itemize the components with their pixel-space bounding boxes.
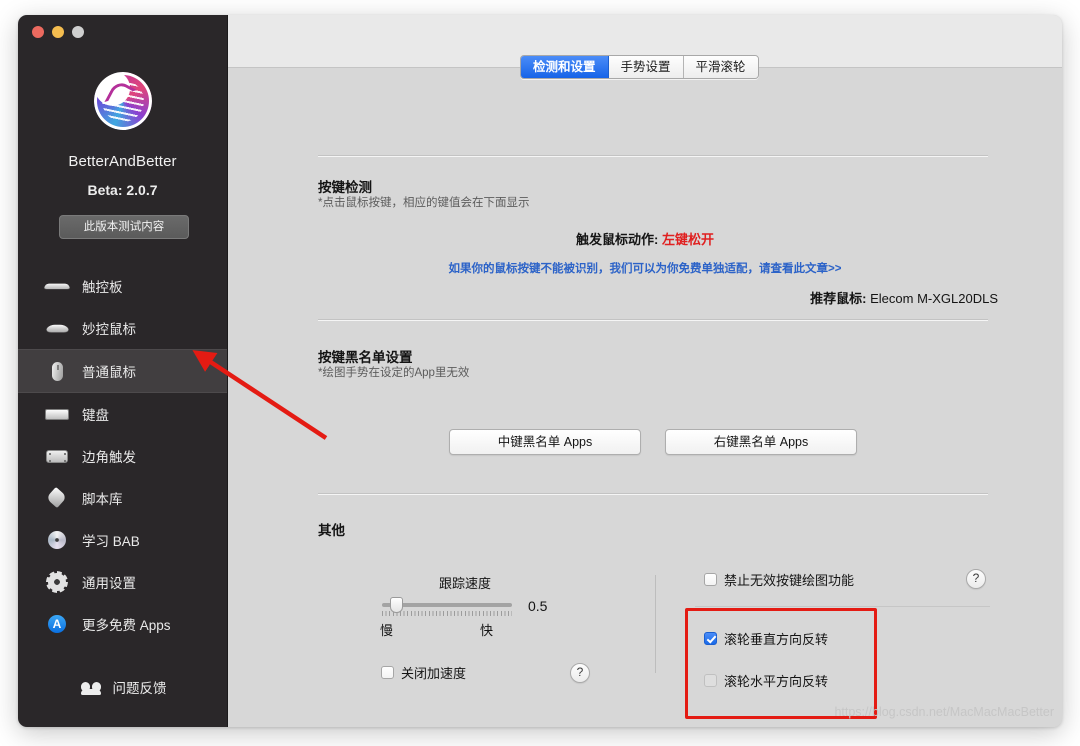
recommended-mouse-label: 推荐鼠标: <box>810 291 867 306</box>
blacklist-title: 按键黑名单设置 <box>318 350 413 365</box>
recommended-mouse-row: 推荐鼠标: Elecom M-XGL20DLS <box>810 288 998 307</box>
sidebar-item-more-free-apps[interactable]: A 更多免费 Apps <box>18 603 227 645</box>
section-divider-blacklist <box>318 319 988 320</box>
blacklist-subtitle: *绘图手势在设定的App里无效 <box>318 367 470 379</box>
sidebar-item-label: 普通鼠标 <box>82 365 136 380</box>
tracking-speed-label: 跟踪速度 <box>438 576 491 591</box>
disable-acceleration-row[interactable]: 关闭加速度 <box>381 663 466 682</box>
sidebar-item-label: 键盘 <box>82 408 109 423</box>
sidebar-item-general-settings[interactable]: 通用设置 <box>18 561 227 603</box>
disable-acceleration-checkbox[interactable] <box>381 666 394 679</box>
sidebar-item-label: 边角触发 <box>82 450 136 465</box>
traffic-lights <box>32 26 84 38</box>
disable-acceleration-label: 关闭加速度 <box>401 666 467 681</box>
feedback-people-icon <box>79 677 105 697</box>
sidebar-item-hot-corners[interactable]: 边角触发 <box>18 435 227 477</box>
slider-ticks <box>382 611 512 616</box>
help-icon-invalid-draw[interactable]: ? <box>966 569 986 589</box>
content-area: 检测和设置 手势设置 平滑滚轮 按键检测 *点击鼠标按键，相应的键值会在下面显示… <box>228 15 1062 727</box>
other-column-divider <box>655 575 656 673</box>
invalid-row-divider <box>695 606 990 607</box>
maximize-window-button[interactable] <box>72 26 84 38</box>
sidebar-item-label: 妙控鼠标 <box>82 322 136 337</box>
sidebar-item-learn-bab[interactable]: 学习 BAB <box>18 519 227 561</box>
magic-mouse-icon <box>44 318 70 338</box>
sidebar-item-script-library[interactable]: 脚本库 <box>18 477 227 519</box>
trackpad-icon <box>43 276 71 296</box>
sidebar: BetterAndBetter Beta: 2.0.7 此版本测试内容 触控板 … <box>18 15 228 727</box>
section-divider-other <box>318 493 988 494</box>
hot-corner-icon <box>44 446 70 466</box>
scroll-horizontal-invert-label: 滚轮水平方向反转 <box>724 674 829 689</box>
close-window-button[interactable] <box>32 26 44 38</box>
other-title: 其他 <box>318 523 345 538</box>
sidebar-item-label: 问题反馈 <box>112 681 167 696</box>
minimize-window-button[interactable] <box>52 26 64 38</box>
app-window: BetterAndBetter Beta: 2.0.7 此版本测试内容 触控板 … <box>18 15 1062 727</box>
tab-bar: 检测和设置 手势设置 平滑滚轮 <box>520 55 759 79</box>
learn-disc-icon <box>44 530 70 550</box>
sidebar-item-magic-mouse[interactable]: 妙控鼠标 <box>18 307 227 349</box>
scroll-vertical-invert-row[interactable]: 滚轮垂直方向反转 <box>704 629 828 648</box>
key-detection-subtitle: *点击鼠标按键，相应的键值会在下面显示 <box>318 197 530 209</box>
custom-adaptation-link[interactable]: 如果你的鼠标按键不能被识别，我们可以为你免费单独适配，请查看此文章>> <box>228 260 1062 276</box>
sidebar-item-trackpad[interactable]: 触控板 <box>18 265 227 307</box>
right-click-blacklist-button[interactable]: 右键黑名单 Apps <box>665 429 857 455</box>
sidebar-item-label: 更多免费 Apps <box>82 618 171 633</box>
betterandbetter-logo-icon <box>93 72 152 130</box>
tab-smooth-scroll[interactable]: 平滑滚轮 <box>683 56 758 78</box>
scroll-vertical-invert-checkbox[interactable] <box>704 632 717 645</box>
slider-thumb[interactable] <box>390 597 403 613</box>
script-icon <box>44 486 70 509</box>
sidebar-item-feedback[interactable]: 问题反馈 <box>18 677 227 697</box>
trigger-action-label: 触发鼠标动作: <box>576 232 659 247</box>
app-store-icon: A <box>44 614 70 634</box>
sidebar-nav-list: 触控板 妙控鼠标 普通鼠标 键盘 边角触发 脚本库 学习 BAB 通用设置 A … <box>18 265 227 645</box>
help-icon-acceleration[interactable]: ? <box>570 663 590 683</box>
sidebar-item-keyboard[interactable]: 键盘 <box>18 393 227 435</box>
tab-gesture-settings[interactable]: 手势设置 <box>608 56 684 78</box>
slider-min-label: 慢 <box>380 623 394 638</box>
tracking-speed-slider[interactable] <box>382 597 512 616</box>
gear-icon <box>44 572 70 592</box>
slider-max-label: 快 <box>480 623 494 638</box>
sidebar-item-label: 脚本库 <box>82 492 123 507</box>
recommended-mouse-value: Elecom M-XGL20DLS <box>870 291 998 306</box>
disable-invalid-draw-row[interactable]: 禁止无效按键绘图功能 <box>704 570 854 589</box>
scroll-horizontal-invert-row[interactable]: 滚轮水平方向反转 <box>704 671 828 690</box>
tracking-speed-value: 0.5 <box>528 598 548 614</box>
trigger-action-value: 左键松开 <box>661 232 714 247</box>
sidebar-item-label: 触控板 <box>82 280 123 295</box>
section-divider-top <box>318 155 988 156</box>
sidebar-item-normal-mouse[interactable]: 普通鼠标 <box>18 349 227 393</box>
scroll-vertical-invert-label: 滚轮垂直方向反转 <box>724 632 829 647</box>
middle-click-blacklist-button[interactable]: 中键黑名单 Apps <box>449 429 641 455</box>
key-detection-title: 按键检测 <box>318 180 372 195</box>
disable-invalid-draw-label: 禁止无效按键绘图功能 <box>724 573 855 588</box>
sidebar-item-label: 学习 BAB <box>82 534 140 549</box>
sidebar-item-label: 通用设置 <box>82 576 136 591</box>
beta-notes-button[interactable]: 此版本测试内容 <box>59 215 189 239</box>
watermark: https://blog.csdn.net/MacMacMacBetter <box>834 705 1054 719</box>
app-name: BetterAndBetter <box>68 153 177 170</box>
disable-invalid-draw-checkbox[interactable] <box>704 573 717 586</box>
mouse-icon <box>44 361 70 381</box>
annotation-highlight-box <box>685 608 877 719</box>
trigger-action-row: 触发鼠标动作: 左键松开 <box>228 229 1062 248</box>
keyboard-icon <box>44 404 70 424</box>
tab-detection-settings[interactable]: 检测和设置 <box>521 56 609 78</box>
app-version: Beta: 2.0.7 <box>87 182 158 198</box>
scroll-horizontal-invert-checkbox[interactable] <box>704 674 717 687</box>
